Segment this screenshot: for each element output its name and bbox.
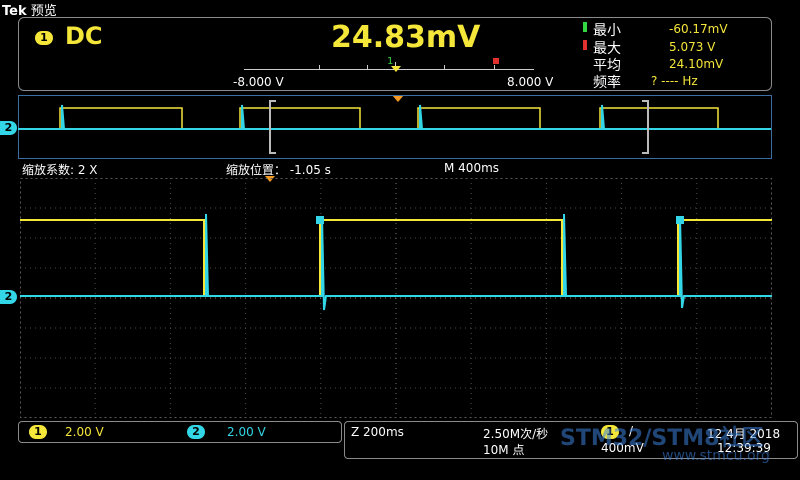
max-flag-icon <box>493 58 499 64</box>
ch1-scale[interactable]: 2.00 V <box>65 425 104 439</box>
overview-frame <box>18 95 772 159</box>
zoom-bracket-right <box>642 100 649 154</box>
max-flag-icon <box>583 40 587 50</box>
coupling-label: DC <box>65 22 103 50</box>
min-flag-icon <box>583 22 587 32</box>
timebase-label: M 400ms <box>444 161 500 175</box>
zoom-scale: Z 200ms <box>351 425 404 439</box>
zoom-bracket-left <box>269 100 276 154</box>
main-graticule[interactable] <box>20 178 772 418</box>
ruler-tick <box>494 65 495 70</box>
stat-freq-value: ? ---- Hz <box>651 74 698 88</box>
stat-max-value: 5.073 V <box>669 40 716 54</box>
measurement-value: 24.83mV <box>331 20 481 55</box>
graticule-grid <box>20 178 772 418</box>
scale-min-label: -8.000 V <box>233 75 284 89</box>
ch1-overview-trace <box>18 107 771 130</box>
watermark-url: www.stmcu.org <box>662 448 770 464</box>
ch2-edge-marker <box>676 216 684 224</box>
ch2-badge[interactable]: 2 <box>187 425 205 439</box>
channel-scale-bar[interactable]: 1 2.00 V 2 2.00 V <box>18 421 342 443</box>
scale-ruler <box>244 69 534 70</box>
stat-freq-label: 频率 <box>593 75 621 91</box>
ch2-scale[interactable]: 2.00 V <box>227 425 266 439</box>
sample-rate: 2.50M次/秒 <box>483 427 549 441</box>
stat-mean-value: 24.10mV <box>669 57 724 71</box>
ruler-tick <box>319 65 320 70</box>
ruler-tick <box>444 65 445 70</box>
ch2-ground-marker[interactable]: 2 <box>0 290 17 304</box>
stat-min-value: -60.17mV <box>669 22 728 36</box>
ruler-tick <box>367 65 368 70</box>
zoom-factor-label: 缩放系数: 2 X <box>22 163 98 177</box>
stat-min-label: 最小 <box>593 23 621 39</box>
overview-waveform[interactable] <box>18 95 772 159</box>
measurement-panel[interactable]: 1 DC 24.83mV 1 -8.000 V 8.000 V 最小 -60.1… <box>18 17 772 91</box>
ch2-overview-marker[interactable]: 2 <box>0 121 17 135</box>
zoom-position-label: 缩放位置： -1.05 s <box>226 163 331 177</box>
ch1-indicator-badge: 1 <box>35 31 53 45</box>
scale-max-label: 8.000 V <box>507 75 554 89</box>
record-length: 10M 点 <box>483 443 525 457</box>
value-pointer-icon <box>391 66 401 72</box>
ch2-edge-marker <box>316 216 324 224</box>
ch1-badge[interactable]: 1 <box>29 425 47 439</box>
